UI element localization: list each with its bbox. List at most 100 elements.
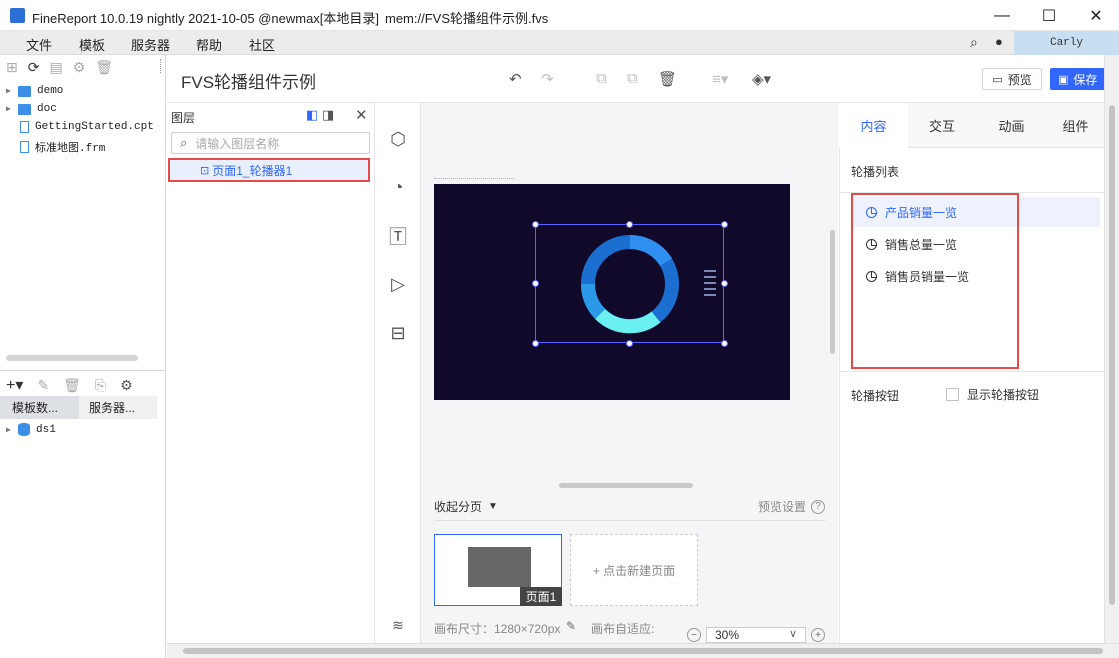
- layer-item-label: 页面1_轮播器1: [212, 163, 293, 178]
- show-carousel-button-checkbox[interactable]: 显示轮播按钮: [946, 386, 1039, 403]
- user-name[interactable]: Carly: [1014, 31, 1119, 55]
- page-label: 页面1: [520, 587, 562, 606]
- window-title: FineReport 10.0.19 nightly 2021-10-05 @n…: [32, 11, 380, 26]
- cube-3d-icon[interactable]: ⬡: [386, 127, 410, 151]
- resize-handle[interactable]: [721, 280, 728, 287]
- datasource-item[interactable]: ▶ ds1: [6, 423, 56, 436]
- layer-item-carousel[interactable]: ⊡ 页面1_轮播器1: [168, 158, 370, 182]
- menu-file[interactable]: 文件: [26, 35, 52, 54]
- document-title[interactable]: FVS轮播组件示例: [181, 68, 316, 93]
- tree-item[interactable]: ▶ doc: [6, 103, 57, 115]
- tree-item-label: doc: [37, 103, 57, 115]
- horizontal-scrollbar[interactable]: [6, 355, 138, 361]
- tab-component[interactable]: 组件: [1047, 103, 1104, 148]
- settings-icon[interactable]: ⚙: [73, 59, 86, 76]
- expand-arrow-icon[interactable]: ▶: [6, 425, 14, 435]
- copy-icon[interactable]: ⧉: [596, 70, 607, 87]
- datasource-label: ds1: [36, 423, 56, 436]
- tree-item[interactable]: 标准地图.frm: [6, 139, 105, 155]
- canvas-fit-label: 画布自适应:: [591, 622, 655, 636]
- preview-button[interactable]: ▭ 预览: [982, 68, 1042, 90]
- close-icon[interactable]: ✕: [355, 106, 368, 124]
- media-icon[interactable]: ▷: [386, 272, 410, 296]
- preview-settings-link[interactable]: 预览设置 ?: [758, 498, 826, 515]
- tab-animation[interactable]: 动画: [976, 103, 1047, 148]
- redo-icon[interactable]: ↷: [541, 70, 554, 88]
- resize-handle[interactable]: [626, 221, 633, 228]
- menu-template[interactable]: 模板: [79, 35, 105, 54]
- align-icon[interactable]: ≡▾: [712, 70, 728, 88]
- collapse-pages-toggle[interactable]: 收起分页 ▼: [434, 498, 498, 515]
- canvas-horizontal-scrollbar[interactable]: [559, 483, 693, 488]
- divider: [434, 520, 825, 521]
- datasource-toolbar: +▾ ✎ 🗑 ⎘ ⚙: [6, 375, 133, 395]
- tab-template-data[interactable]: 模板数...: [0, 396, 79, 419]
- tree-item[interactable]: GettingStarted.cpt: [6, 121, 154, 133]
- resize-handle[interactable]: [532, 221, 539, 228]
- layers-icon[interactable]: ≋: [386, 613, 410, 637]
- folder-icon: [18, 103, 31, 115]
- edit-icon[interactable]: ✎: [37, 377, 49, 394]
- splitter-handle[interactable]: [160, 59, 164, 73]
- tree-item-label: GettingStarted.cpt: [35, 121, 154, 133]
- divider: [0, 370, 166, 371]
- new-folder-icon[interactable]: ⊞: [6, 59, 18, 76]
- carousel-list-title: 轮播列表: [851, 165, 900, 179]
- page-preview-shape: [468, 547, 531, 587]
- delete-icon[interactable]: 🗑: [63, 377, 81, 394]
- app-logo-icon: [10, 8, 25, 23]
- window-horizontal-scrollbar[interactable]: [167, 643, 1119, 658]
- preview-settings-label: 预览设置: [758, 500, 807, 514]
- menu-help[interactable]: 帮助: [196, 35, 222, 54]
- tab-interaction[interactable]: 交互: [908, 103, 976, 148]
- file-icon: [20, 121, 29, 133]
- tab-content[interactable]: 内容: [839, 103, 908, 148]
- highlight-box: [851, 193, 1019, 369]
- paste-icon[interactable]: ⧉: [627, 70, 638, 87]
- layout-right-icon[interactable]: ◨: [322, 107, 334, 123]
- delete-icon[interactable]: 🗑: [95, 59, 113, 76]
- close-button[interactable]: ✕: [1073, 0, 1119, 31]
- edit-size-icon[interactable]: ✎: [566, 619, 576, 633]
- layout-left-icon[interactable]: ◧: [306, 107, 318, 123]
- chart-pie-icon[interactable]: ◔: [386, 175, 410, 199]
- search-icon[interactable]: ⌕: [970, 34, 978, 51]
- add-icon[interactable]: +▾: [6, 375, 23, 395]
- resize-handle[interactable]: [532, 280, 539, 287]
- zoom-out-icon[interactable]: −: [687, 628, 701, 642]
- preview-data-icon[interactable]: ⎘: [95, 377, 106, 394]
- data-settings-icon[interactable]: ⚙: [120, 377, 133, 394]
- chevron-down-icon: ∨: [789, 628, 798, 640]
- save-label: 保存: [1073, 72, 1098, 87]
- expand-arrow-icon[interactable]: ▶: [6, 104, 14, 114]
- bell-icon[interactable]: ●: [995, 34, 1003, 49]
- resize-handle[interactable]: [721, 221, 728, 228]
- undo-icon[interactable]: ↶: [509, 70, 522, 88]
- expand-arrow-icon[interactable]: ▶: [6, 86, 14, 96]
- text-icon[interactable]: 🅃: [386, 224, 410, 248]
- resize-handle[interactable]: [532, 340, 539, 347]
- window-vertical-scrollbar[interactable]: [1104, 55, 1119, 643]
- layer-order-icon[interactable]: ◈▾: [752, 70, 771, 88]
- resize-handle[interactable]: [626, 340, 633, 347]
- widget-box-icon[interactable]: ⊟: [386, 321, 410, 345]
- trash-icon[interactable]: 🗑: [658, 70, 677, 88]
- resize-handle[interactable]: [721, 340, 728, 347]
- tab-server-data[interactable]: 服务器...: [79, 396, 157, 419]
- refresh-icon[interactable]: ⟳: [28, 59, 40, 76]
- selection-box[interactable]: [535, 224, 724, 343]
- layer-search-input[interactable]: ⌕ 请输入图层名称: [171, 132, 370, 154]
- minimize-button[interactable]: —: [979, 0, 1025, 31]
- layer-panel: [167, 103, 375, 643]
- canvas-vertical-scrollbar[interactable]: [830, 230, 835, 354]
- menu-community[interactable]: 社区: [249, 35, 275, 54]
- carousel-icon: ⊡: [200, 164, 210, 177]
- tree-item[interactable]: ▶ demo: [6, 85, 63, 97]
- menu-server[interactable]: 服务器: [131, 35, 170, 54]
- open-icon[interactable]: ▤: [49, 59, 62, 76]
- preview-label: 预览: [1007, 72, 1032, 87]
- maximize-button[interactable]: ☐: [1026, 0, 1072, 31]
- database-icon: [18, 423, 30, 436]
- new-page-button[interactable]: + 点击新建页面: [570, 534, 698, 606]
- zoom-in-icon[interactable]: +: [811, 628, 825, 642]
